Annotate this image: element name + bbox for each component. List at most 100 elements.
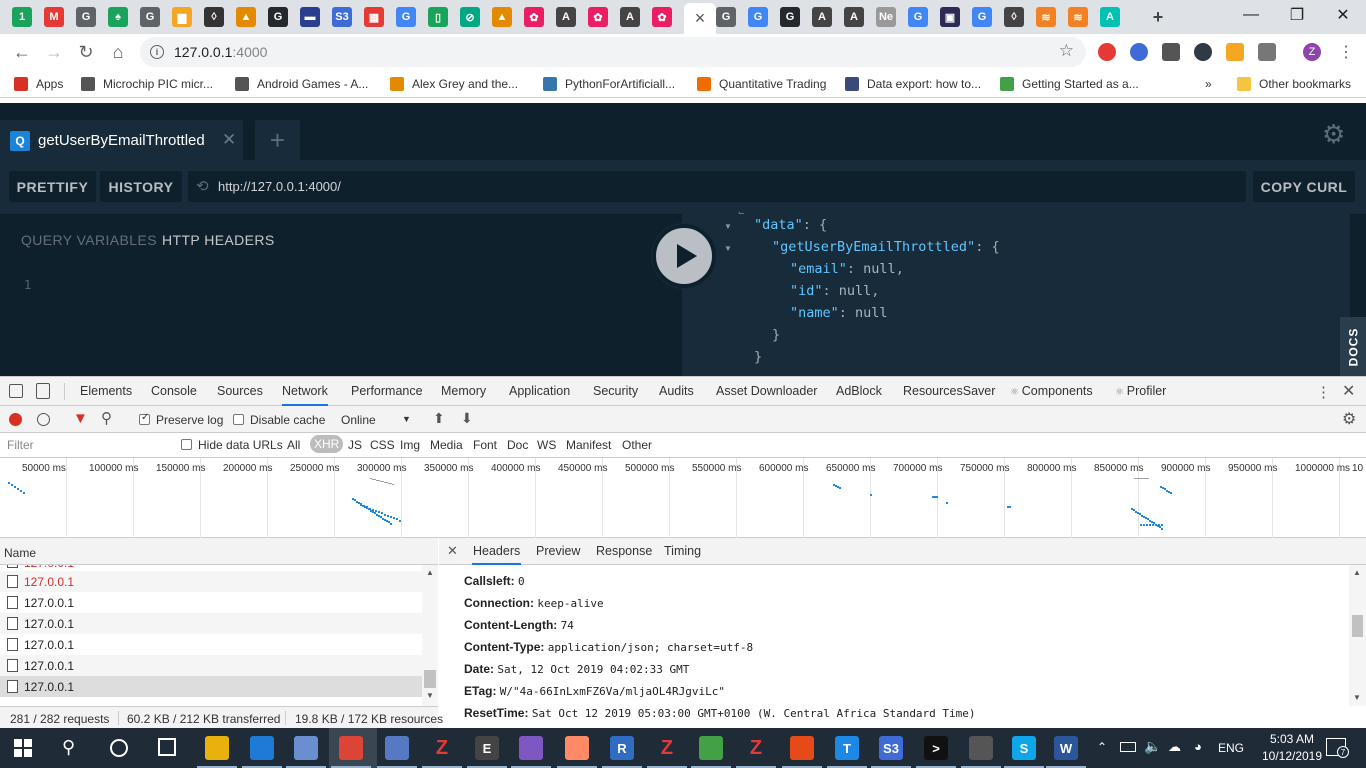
device-toolbar-icon[interactable] (36, 383, 50, 399)
tab-application[interactable]: Application (509, 377, 570, 406)
browser-tab-favicon[interactable]: Ne (876, 7, 896, 27)
record-icon[interactable] (9, 413, 22, 426)
clock-date[interactable]: 10/12/2019 (1258, 749, 1326, 763)
tab-components[interactable]: ⚛ Components (1010, 377, 1093, 406)
request-row[interactable]: 127.0.0.1 (0, 592, 422, 613)
browser-tab-favicon[interactable]: ✿ (588, 7, 608, 27)
search-icon[interactable]: ⚲ (62, 737, 75, 758)
filter-type-img[interactable]: Img (400, 438, 420, 452)
tab-performance[interactable]: Performance (351, 377, 423, 406)
windows-start-icon[interactable] (14, 739, 32, 757)
word-icon[interactable]: W (1054, 736, 1078, 760)
filter-input[interactable]: Filter (0, 433, 168, 457)
task-view-icon[interactable] (158, 738, 176, 756)
browser-tab-favicon[interactable]: M (44, 7, 64, 27)
devtools-menu-icon[interactable]: ⋮ (1316, 383, 1331, 401)
app-icon[interactable] (565, 736, 589, 760)
browser-tab-favicon[interactable]: S3 (332, 7, 352, 27)
browser-tab-favicon[interactable]: G (780, 7, 800, 27)
terminal-icon[interactable]: > (924, 736, 948, 760)
browser-tab-favicon[interactable]: G (140, 7, 160, 27)
filter-type-media[interactable]: Media (430, 438, 463, 452)
filter-type-manifest[interactable]: Manifest (566, 438, 611, 452)
copy-curl-button[interactable]: COPY CURL (1253, 171, 1355, 202)
filter-type-all[interactable]: All (287, 438, 300, 452)
browser-tab-favicon[interactable]: G (908, 7, 928, 27)
info-icon[interactable]: i (150, 45, 164, 59)
scroll-up-icon[interactable]: ▲ (1353, 568, 1361, 577)
scroll-down-icon[interactable]: ▼ (426, 691, 434, 700)
tab-elements[interactable]: Elements (80, 377, 132, 406)
gear-icon[interactable]: ⚙ (1322, 119, 1345, 150)
tab-security[interactable]: Security (593, 377, 638, 406)
bookmark-item[interactable]: Alex Grey and the... (390, 76, 518, 92)
filter-type-ws[interactable]: WS (537, 438, 556, 452)
clock-time[interactable]: 5:03 AM (1258, 732, 1326, 746)
filezilla-icon[interactable]: Z (744, 736, 768, 760)
throttling-select[interactable]: Online (341, 413, 376, 427)
close-icon[interactable]: ✕ (1342, 381, 1355, 401)
filter-type-other[interactable]: Other (622, 438, 652, 452)
prettify-button[interactable]: PRETTIFY (9, 171, 96, 202)
app-icon[interactable] (294, 736, 318, 760)
endpoint-input[interactable]: ⟲ http://127.0.0.1:4000/ (188, 171, 1246, 202)
query-tab[interactable]: Q getUserByEmailThrottled ✕ (0, 120, 243, 160)
filter-type-css[interactable]: CSS (370, 438, 395, 452)
browser-tab-favicon[interactable]: ▲ (236, 7, 256, 27)
chevron-down-icon[interactable]: ▼ (402, 414, 411, 424)
action-center-icon[interactable]: 7 (1326, 738, 1349, 758)
request-row[interactable]: 127.0.0.1 (0, 676, 422, 697)
minimize-button[interactable]: — (1228, 0, 1274, 30)
request-row[interactable]: 127.0.0.1 (0, 655, 422, 676)
filter-type-font[interactable]: Font (473, 438, 497, 452)
browser-tab-favicon[interactable]: ◊ (204, 7, 224, 27)
more-bookmarks-button[interactable]: » (1205, 76, 1212, 92)
skype-icon[interactable]: S (1012, 736, 1036, 760)
vscode-icon[interactable] (250, 736, 274, 760)
tab-profiler[interactable]: ⚛ Profiler (1115, 377, 1166, 406)
tab-http-headers[interactable]: HTTP HEADERS (162, 232, 275, 248)
filter-type-doc[interactable]: Doc (507, 438, 528, 452)
close-icon[interactable]: ✕ (222, 130, 236, 150)
chrome-icon[interactable] (339, 736, 363, 760)
forward-icon[interactable]: → (42, 40, 66, 64)
browser-tab-favicon[interactable]: G (76, 7, 96, 27)
scroll-up-icon[interactable]: ▲ (426, 568, 434, 577)
app-icon[interactable]: T (835, 736, 859, 760)
extension-icon-orange[interactable] (1226, 43, 1244, 61)
detail-tab-preview[interactable]: Preview (535, 538, 581, 565)
extension-icon-gray[interactable] (1258, 43, 1276, 61)
file-explorer-icon[interactable] (205, 736, 229, 760)
filter-type-js[interactable]: JS (348, 438, 362, 452)
browser-tab-favicon[interactable]: ≋ (1068, 7, 1088, 27)
browser-tab-favicon[interactable]: A (1100, 7, 1120, 27)
browser-tab-favicon[interactable]: 1 (12, 7, 32, 27)
network-overview-timeline[interactable]: 50000 ms 100000 ms 150000 ms 200000 ms 25000… (0, 458, 1366, 538)
maximize-button[interactable]: ❐ (1274, 0, 1320, 30)
volume-icon[interactable]: 🔈 (1144, 738, 1161, 755)
tab-asset-downloader[interactable]: Asset Downloader (716, 377, 817, 406)
close-icon[interactable]: ✕ (447, 543, 458, 559)
active-tab-close-icon[interactable]: × (684, 3, 716, 34)
new-tab-button[interactable]: + (1148, 7, 1168, 27)
extension-icon[interactable] (1130, 43, 1148, 61)
history-button[interactable]: HISTORY (100, 171, 182, 202)
wifi-icon[interactable]: ◕ (1194, 739, 1202, 754)
browser-tab-favicon[interactable]: ⊘ (460, 7, 480, 27)
docs-button[interactable]: DOCS (1340, 317, 1366, 376)
tab-console[interactable]: Console (151, 377, 197, 406)
filezilla-icon[interactable]: Z (655, 736, 679, 760)
disable-cache-checkbox[interactable] (233, 414, 244, 425)
bookmark-item[interactable]: Other bookmarks (1237, 76, 1351, 92)
filezilla-icon[interactable]: Z (430, 736, 454, 760)
language-indicator[interactable]: ENG (1218, 741, 1244, 755)
browser-tab-favicon[interactable]: G (716, 7, 736, 27)
app-icon[interactable] (699, 736, 723, 760)
browser-tab-favicon[interactable]: A (556, 7, 576, 27)
browser-tab-favicon[interactable]: ✿ (524, 7, 544, 27)
scrollbar-thumb[interactable] (1352, 615, 1363, 637)
react-devtools-icon[interactable] (1194, 43, 1212, 61)
network-icon[interactable]: ☁ (1168, 739, 1181, 755)
browser-tab-favicon[interactable]: G (972, 7, 992, 27)
browser-tab-favicon[interactable]: ♠ (108, 7, 128, 27)
